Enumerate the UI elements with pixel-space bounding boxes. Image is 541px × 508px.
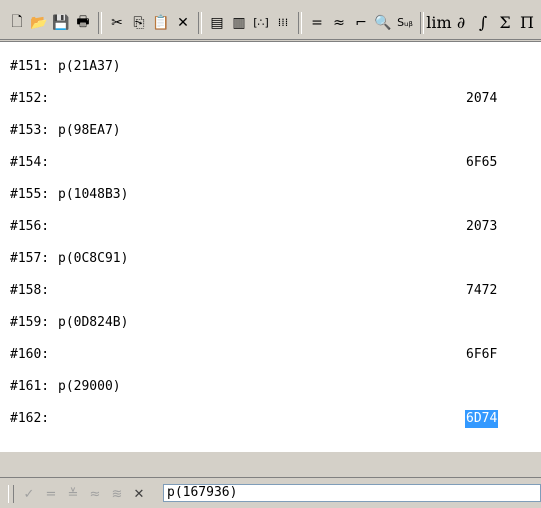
insert-text-icon[interactable]: ▤ xyxy=(206,12,228,34)
check-equals-icon[interactable]: ≚ xyxy=(62,484,84,504)
expression-result[interactable]: 7472 xyxy=(466,282,497,300)
check-approx-icon[interactable]: ≋ xyxy=(106,484,128,504)
algebra-window[interactable]: #151: p(21A37) #152: 2074 #153: p(98EA7) #154:… xyxy=(0,41,541,452)
main-toolbar: 🗋 📂 💾 🖶 ✂ ⎘ 📋 ✕ ▤ ▥ [∴] ⁞⁞⁞ = ≈ ⌐ 🔍 Sᵤᵦ lim ∂ ∫ Σ Π xyxy=(0,6,541,40)
new-icon[interactable]: 🗋 xyxy=(6,12,28,34)
expression-row[interactable]: #152: 2074 xyxy=(10,90,530,108)
save-icon[interactable]: 💾 xyxy=(50,12,72,34)
expression-label: #159: xyxy=(10,315,50,330)
approx-icon[interactable]: ≈ xyxy=(84,484,106,504)
approximate-icon[interactable]: ≈ xyxy=(328,12,350,34)
open-icon[interactable]: 📂 xyxy=(28,12,50,34)
expression-result[interactable]: 2074 xyxy=(466,90,497,108)
expression-label: #162: xyxy=(10,411,50,426)
expression-row[interactable]: #151: p(21A37) xyxy=(10,58,530,76)
toolbar-separator xyxy=(198,11,202,34)
sum-icon[interactable]: Σ xyxy=(494,12,516,34)
paste-icon[interactable]: 📋 xyxy=(150,12,172,34)
expression-row[interactable]: #162: 6D74 xyxy=(10,410,530,428)
expression-result[interactable]: 6F65 xyxy=(466,154,497,172)
toolbar-separator xyxy=(420,11,424,34)
product-icon[interactable]: Π xyxy=(516,12,538,34)
toolbar-separator xyxy=(298,11,302,34)
expression-label: #156: xyxy=(10,219,50,234)
expression-result[interactable]: 2073 xyxy=(466,218,497,236)
print-icon[interactable]: 🖶 xyxy=(72,12,94,34)
expression-row[interactable]: #157: p(0C8C91) xyxy=(10,250,530,268)
expression-label: #152: xyxy=(10,91,50,106)
expression-label: #160: xyxy=(10,347,50,362)
matrix-icon[interactable]: ⁞⁞⁞ xyxy=(272,12,294,34)
expression-label: #153: xyxy=(10,123,50,138)
insert-title-icon[interactable]: ▥ xyxy=(228,12,250,34)
expression-text[interactable]: p(1048B3) xyxy=(58,186,128,204)
expression-row[interactable]: #155: p(1048B3) xyxy=(10,186,530,204)
expression-text[interactable]: p(29000) xyxy=(58,378,121,396)
expression-text[interactable]: p(21A37) xyxy=(58,58,121,76)
expression-label: #151: xyxy=(10,59,50,74)
toolbar-grip[interactable] xyxy=(8,485,14,503)
check-icon[interactable]: ✓ xyxy=(18,484,40,504)
entry-area: ✓ = ≚ ≈ ≋ ✕ p(167936) xyxy=(0,452,541,508)
derivative-icon[interactable]: ∂ xyxy=(450,12,472,34)
divider xyxy=(0,477,541,478)
cut-icon[interactable]: ✂ xyxy=(106,12,128,34)
expression-entry-input[interactable]: p(167936) xyxy=(163,484,541,502)
expression-label: #161: xyxy=(10,379,50,394)
expression-label: #155: xyxy=(10,187,50,202)
delete-icon[interactable]: ✕ xyxy=(172,12,194,34)
solve-icon[interactable]: 🔍 xyxy=(372,12,394,34)
expression-row[interactable]: #154: 6F65 xyxy=(10,154,530,172)
expression-text[interactable]: p(0D824B) xyxy=(58,314,128,332)
selected-result[interactable]: 6D74 xyxy=(465,410,499,428)
expression-row[interactable]: #159: p(0D824B) xyxy=(10,314,530,332)
simplify-icon[interactable]: = xyxy=(306,12,328,34)
expression-row[interactable]: #161: p(29000) xyxy=(10,378,530,396)
expression-row[interactable]: #156: 2073 xyxy=(10,218,530,236)
expression-text[interactable]: p(0C8C91) xyxy=(58,250,128,268)
expression-label: #158: xyxy=(10,283,50,298)
close-icon[interactable]: ✕ xyxy=(128,484,150,504)
plot-2d-icon[interactable]: ⌐ xyxy=(350,12,372,34)
expression-row[interactable]: #158: 7472 xyxy=(10,282,530,300)
vector-icon[interactable]: [∴] xyxy=(250,12,272,34)
expression-text[interactable]: p(98EA7) xyxy=(58,122,121,140)
integral-icon[interactable]: ∫ xyxy=(472,12,494,34)
toolbar-separator xyxy=(98,11,102,34)
equals-icon[interactable]: = xyxy=(40,484,62,504)
expression-row[interactable]: #160: 6F6F xyxy=(10,346,530,364)
expression-label: #154: xyxy=(10,155,50,170)
entry-toolbar: ✓ = ≚ ≈ ≋ ✕ p(167936) xyxy=(0,482,541,506)
copy-icon[interactable]: ⎘ xyxy=(128,12,150,34)
expression-row[interactable]: #153: p(98EA7) xyxy=(10,122,530,140)
substitute-icon[interactable]: Sᵤᵦ xyxy=(394,12,416,34)
expression-result[interactable]: 6F6F xyxy=(466,346,497,364)
expression-label: #157: xyxy=(10,251,50,266)
limit-icon[interactable]: lim xyxy=(426,12,451,34)
